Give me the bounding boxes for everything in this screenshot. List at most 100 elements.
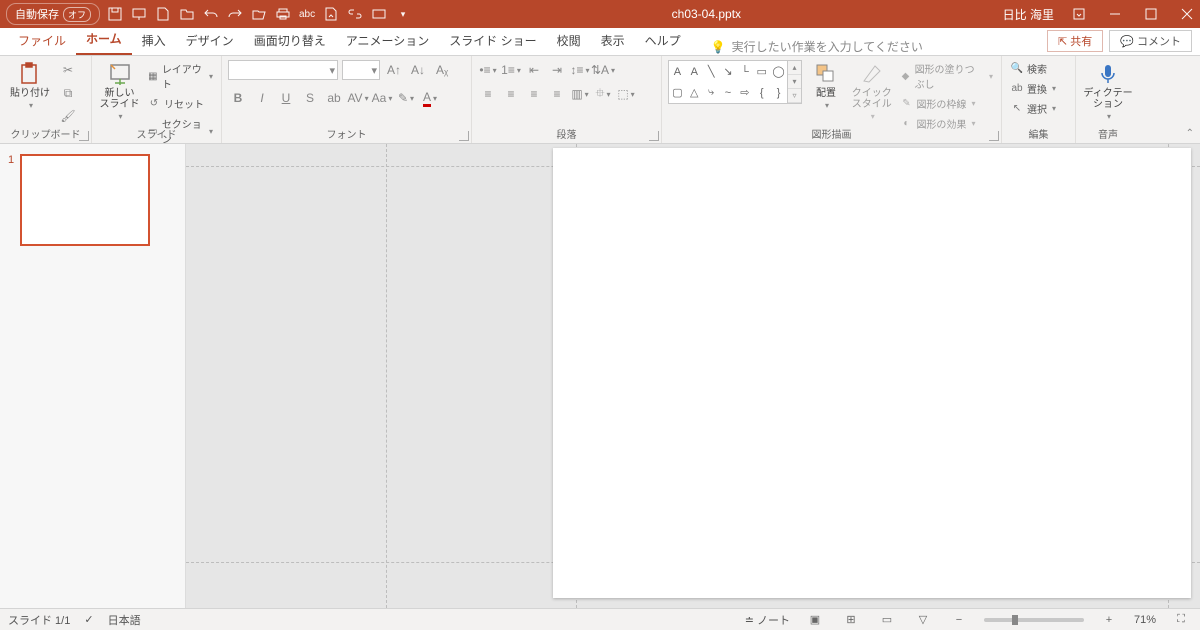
- reading-view-button[interactable]: ▭: [876, 612, 898, 628]
- drawing-launcher[interactable]: [989, 131, 999, 141]
- autosave-toggle[interactable]: 自動保存 オフ: [6, 3, 100, 25]
- undo-icon[interactable]: [204, 7, 218, 21]
- slideshow-view-button[interactable]: ▽: [912, 612, 934, 628]
- spelling-icon[interactable]: abc: [300, 7, 314, 21]
- shape-rbrace-icon[interactable]: }: [770, 82, 787, 103]
- find-button[interactable]: 🔍検索: [1008, 60, 1058, 77]
- zoom-level[interactable]: 71%: [1134, 614, 1156, 626]
- select-button[interactable]: ↖選択: [1008, 100, 1058, 117]
- zoom-knob[interactable]: [1012, 615, 1018, 625]
- tab-file[interactable]: ファイル: [8, 28, 76, 55]
- thumbnail-1[interactable]: 1: [8, 154, 177, 246]
- zoom-out-button[interactable]: −: [948, 612, 970, 628]
- slide-1[interactable]: [553, 148, 1191, 598]
- slide-canvas-area[interactable]: [186, 144, 1200, 608]
- language-indicator[interactable]: 日本語: [108, 612, 141, 628]
- justify-button[interactable]: ≡: [547, 84, 567, 104]
- font-name-combo[interactable]: ▾: [228, 60, 338, 80]
- export-icon[interactable]: [324, 7, 338, 21]
- columns-button[interactable]: ▥: [570, 84, 590, 104]
- strike-button[interactable]: S: [300, 88, 320, 108]
- minimize-icon[interactable]: [1108, 7, 1122, 21]
- open-icon[interactable]: [180, 7, 194, 21]
- new-slide-button[interactable]: 新しい スライド: [98, 60, 141, 123]
- increase-font-button[interactable]: A↑: [384, 60, 404, 80]
- zoom-in-button[interactable]: +: [1098, 612, 1120, 628]
- tab-home[interactable]: ホーム: [76, 26, 132, 55]
- change-case-button[interactable]: Aa: [372, 88, 392, 108]
- shape-curve-icon[interactable]: ~: [720, 82, 737, 103]
- char-spacing-button[interactable]: AV: [348, 88, 368, 108]
- tab-design[interactable]: デザイン: [176, 28, 244, 55]
- shape-fill-button[interactable]: ◆図形の塗りつぶし: [897, 60, 995, 92]
- thumbnail-1-preview[interactable]: [20, 154, 150, 246]
- align-center-button[interactable]: ≡: [501, 84, 521, 104]
- save-icon[interactable]: [108, 7, 122, 21]
- quick-styles-button[interactable]: クイック スタイル: [850, 60, 893, 123]
- font-launcher[interactable]: [459, 131, 469, 141]
- sorter-view-button[interactable]: ⊞: [840, 612, 862, 628]
- share-button[interactable]: ⇱ 共有: [1047, 30, 1103, 52]
- copy-button[interactable]: ⧉: [58, 83, 78, 103]
- text-direction-button[interactable]: ⇅A: [593, 60, 613, 80]
- decrease-indent-button[interactable]: ⇤: [524, 60, 544, 80]
- align-left-button[interactable]: ≡: [478, 84, 498, 104]
- shapes-gallery[interactable]: AA╲↘└▭◯ ▢△⤷~⇨{}: [668, 60, 788, 104]
- notes-button[interactable]: ≐ ノート: [745, 612, 790, 628]
- decrease-font-button[interactable]: A↓: [408, 60, 428, 80]
- tab-view[interactable]: 表示: [591, 28, 635, 55]
- increase-indent-button[interactable]: ⇥: [547, 60, 567, 80]
- tab-help[interactable]: ヘルプ: [635, 28, 691, 55]
- bold-button[interactable]: B: [228, 88, 248, 108]
- italic-button[interactable]: I: [252, 88, 272, 108]
- align-right-button[interactable]: ≡: [524, 84, 544, 104]
- touch-mode-icon[interactable]: [372, 7, 386, 21]
- shape-rect-icon[interactable]: ▭: [753, 61, 770, 82]
- shape-oval-icon[interactable]: ◯: [770, 61, 787, 82]
- tab-transitions[interactable]: 画面切り替え: [244, 28, 336, 55]
- zoom-slider[interactable]: [984, 618, 1084, 622]
- normal-view-button[interactable]: ▣: [804, 612, 826, 628]
- redo-icon[interactable]: [228, 7, 242, 21]
- shape-elbow-icon[interactable]: ⤷: [703, 82, 720, 103]
- numbering-button[interactable]: 1≡: [501, 60, 521, 80]
- tell-me-search[interactable]: 💡 実行したい作業を入力してください: [711, 38, 923, 55]
- present-icon[interactable]: [132, 7, 146, 21]
- quick-print-icon[interactable]: [276, 7, 290, 21]
- underline-button[interactable]: U: [276, 88, 296, 108]
- slide-indicator[interactable]: スライド 1/1: [8, 612, 70, 628]
- gallery-more-icon[interactable]: ▿: [788, 89, 801, 103]
- new-file-icon[interactable]: [156, 7, 170, 21]
- shape-outline-button[interactable]: ✎図形の枠線: [897, 95, 995, 112]
- format-painter-button[interactable]: 🖌: [58, 106, 78, 126]
- accessibility-icon[interactable]: ✓: [84, 613, 93, 626]
- clipboard-launcher[interactable]: [79, 131, 89, 141]
- shape-connector-icon[interactable]: └: [736, 61, 753, 82]
- comments-button[interactable]: 💬 コメント: [1109, 30, 1192, 52]
- clear-format-button[interactable]: Aᵪ: [432, 60, 452, 80]
- arrange-button[interactable]: 配置: [806, 60, 846, 112]
- font-size-combo[interactable]: ▾: [342, 60, 380, 80]
- fit-window-button[interactable]: ⛶: [1170, 612, 1192, 628]
- shape-roundrect-icon[interactable]: ▢: [669, 82, 686, 103]
- replace-button[interactable]: ab置換: [1008, 80, 1058, 97]
- bullets-button[interactable]: •≡: [478, 60, 498, 80]
- paste-button[interactable]: 貼り付け: [6, 60, 54, 112]
- qat-more-icon[interactable]: ▾: [396, 7, 410, 21]
- shape-arrow-icon[interactable]: ⇨: [736, 82, 753, 103]
- tab-animations[interactable]: アニメーション: [336, 28, 440, 55]
- account-name[interactable]: 日比 海里: [1003, 6, 1054, 23]
- tab-review[interactable]: 校閲: [547, 28, 591, 55]
- align-text-button[interactable]: ⯐: [593, 84, 613, 104]
- shape-vtextbox-icon[interactable]: A: [686, 61, 703, 82]
- maximize-icon[interactable]: [1144, 7, 1158, 21]
- shape-arrowline-icon[interactable]: ↘: [720, 61, 737, 82]
- line-spacing-button[interactable]: ↕≡: [570, 60, 590, 80]
- dictate-button[interactable]: ディクテー ション: [1082, 60, 1134, 123]
- shape-line-icon[interactable]: ╲: [703, 61, 720, 82]
- highlight-button[interactable]: ✎: [396, 88, 416, 108]
- collapse-ribbon-button[interactable]: ⌃: [1186, 128, 1194, 139]
- tab-insert[interactable]: 挿入: [132, 28, 176, 55]
- tab-slideshow[interactable]: スライド ショー: [439, 28, 546, 55]
- folder-open-icon[interactable]: [252, 7, 266, 21]
